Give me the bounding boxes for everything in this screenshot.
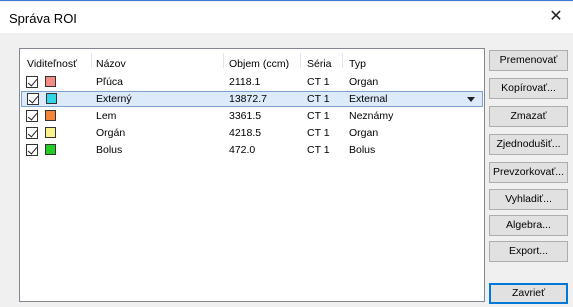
close-icon[interactable]: ✕ — [545, 6, 567, 28]
visibility-checkbox[interactable] — [26, 144, 38, 156]
roi-color-swatch[interactable] — [45, 127, 56, 138]
roi-type: Neznámy — [349, 110, 394, 122]
column-header-series[interactable]: Séria — [307, 58, 332, 70]
table-row[interactable]: Pľúca 2118.1 CT 1 Organ — [21, 74, 483, 90]
visibility-checkbox[interactable] — [26, 76, 38, 88]
roi-series: CT 1 — [307, 76, 330, 88]
dialog-title: Správa ROI — [9, 11, 77, 26]
roi-series: CT 1 — [307, 127, 330, 139]
visibility-checkbox[interactable] — [27, 93, 39, 105]
algebra-button[interactable]: Algebra... — [489, 215, 568, 236]
copy-button[interactable]: Kopírovať... — [489, 78, 568, 99]
column-separator[interactable] — [223, 53, 224, 68]
roi-series: CT 1 — [307, 110, 330, 122]
column-separator[interactable] — [342, 53, 343, 68]
column-header-name[interactable]: Názov — [96, 58, 126, 70]
chevron-down-icon[interactable] — [467, 97, 475, 102]
title-bar: Správa ROI ✕ — [0, 2, 573, 33]
table-row[interactable]: Lem 3361.5 CT 1 Neznámy — [21, 108, 483, 124]
roi-name: Orgán — [96, 127, 126, 139]
export-button[interactable]: Export... — [489, 241, 568, 262]
column-header-volume[interactable]: Objem (ccm) — [229, 58, 289, 70]
roi-list[interactable]: Viditeľnosť Názov Objem (ccm) Séria Typ … — [19, 48, 485, 302]
roi-color-swatch[interactable] — [45, 110, 56, 121]
delete-button[interactable]: Zmazať — [489, 106, 568, 127]
roi-name: Lem — [96, 110, 117, 122]
roi-type: Bolus — [349, 144, 376, 156]
close-button[interactable]: Zavrieť — [489, 283, 568, 304]
list-header: Viditeľnosť Názov Objem (ccm) Séria Typ — [20, 49, 484, 72]
table-row[interactable]: Orgán 4218.5 CT 1 Organ — [21, 125, 483, 141]
roi-color-swatch[interactable] — [45, 144, 56, 155]
visibility-checkbox[interactable] — [26, 110, 38, 122]
roi-volume: 2118.1 — [229, 76, 261, 88]
simplify-button[interactable]: Zjednodušiť... — [489, 134, 568, 155]
roi-name: Pľúca — [96, 76, 123, 88]
roi-name: Bolus — [96, 144, 123, 156]
roi-series: CT 1 — [307, 144, 330, 156]
column-separator[interactable] — [300, 53, 301, 68]
roi-series: CT 1 — [307, 93, 330, 105]
table-row-selected[interactable]: Externý 13872.7 CT 1 External — [21, 91, 483, 107]
resample-button[interactable]: Prevzorkovať... — [489, 162, 568, 183]
roi-volume: 13872.7 — [229, 93, 267, 105]
roi-type: Organ — [349, 76, 379, 88]
roi-color-swatch[interactable] — [46, 93, 57, 104]
roi-type: Organ — [349, 127, 379, 139]
visibility-checkbox[interactable] — [26, 127, 38, 139]
roi-volume: 3361.5 — [229, 110, 262, 122]
roi-volume: 4218.5 — [229, 127, 262, 139]
roi-type-dropdown[interactable]: External — [349, 93, 388, 105]
rename-button[interactable]: Premenovať — [489, 50, 568, 71]
roi-manager-dialog: Správa ROI ✕ Viditeľnosť Názov Objem (cc… — [0, 0, 573, 307]
roi-name: Externý — [96, 93, 132, 105]
column-separator[interactable] — [91, 53, 92, 68]
roi-volume: 472.0 — [229, 144, 256, 156]
column-header-type[interactable]: Typ — [349, 58, 366, 70]
table-row[interactable]: Bolus 472.0 CT 1 Bolus — [21, 142, 483, 158]
roi-color-swatch[interactable] — [45, 76, 56, 87]
column-header-visibility[interactable]: Viditeľnosť — [27, 58, 77, 70]
smooth-button[interactable]: Vyhladiť... — [489, 189, 568, 210]
